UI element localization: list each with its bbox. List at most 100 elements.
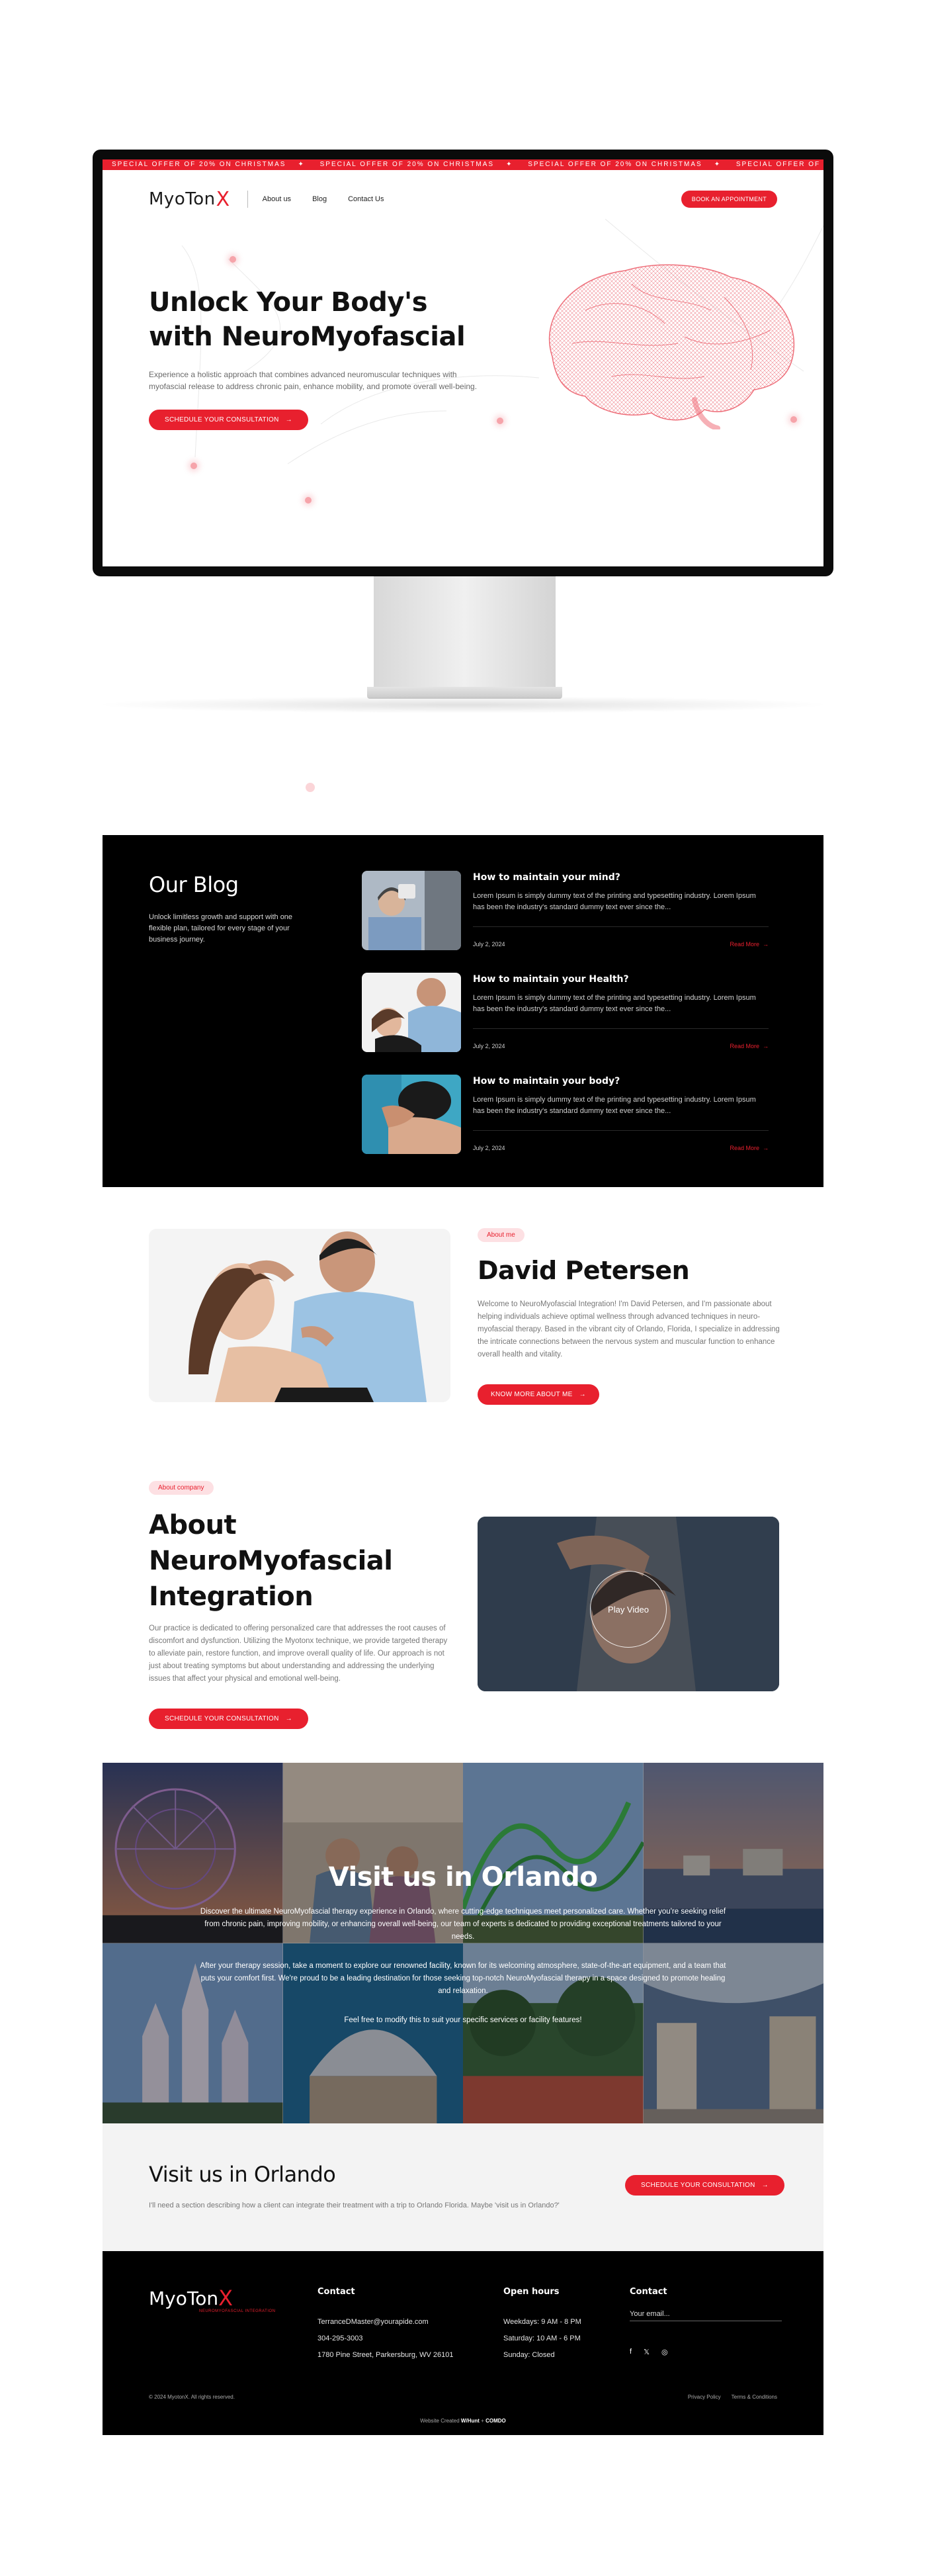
nav-links: About us Blog Contact Us [263,195,384,203]
post-title[interactable]: How to maintain your body? [473,1076,620,1087]
footer-newsletter-heading: Contact [630,2287,667,2297]
nav-link-blog[interactable]: Blog [312,195,327,203]
footer-phone[interactable]: 304-295-3003 [317,2331,453,2347]
read-more-label: Read More [730,941,759,948]
therapist-photo [149,1229,450,1402]
arrow-right-icon: → [579,1391,586,1398]
credit-studio[interactable]: COMDO [485,2418,506,2424]
arrow-right-icon: → [763,1145,769,1151]
footer-hours-column: Open hours Weekdays: 9 AM - 8 PM Saturda… [503,2287,581,2364]
orlando-section: Visit us in Orlando Discover the ultimat… [103,1763,823,2123]
video-player[interactable]: Play Video [478,1517,779,1691]
footer-logo-tagline: NEUROMYOFASCIAL INTEGRATION [199,2309,276,2313]
post-thumbnail-body [362,1075,461,1154]
footer-hours-sunday: Sunday: Closed [503,2351,555,2359]
about-company-title-line-3: Integration [149,1581,314,1612]
post-divider [473,926,769,927]
hero-cta-label: SCHEDULE YOUR CONSULTATION [165,416,279,423]
credit-prefix: Website Created [420,2418,460,2424]
about-me-name: David Petersen [478,1256,690,1285]
book-appointment-button[interactable]: BOOK AN APPOINTMENT [681,191,777,208]
know-more-label: KNOW MORE ABOUT ME [491,1391,573,1398]
logo-x-mark: X [216,187,230,211]
post-title[interactable]: How to maintain your Health? [473,974,629,985]
about-company-pill: About company [149,1481,214,1495]
hero-schedule-button[interactable]: SCHEDULE YOUR CONSULTATION → [149,410,308,430]
about-schedule-label: SCHEDULE YOUR CONSULTATION [165,1715,279,1722]
play-video-label: Play Video [608,1604,649,1615]
post-thumbnail-health [362,973,461,1052]
post-divider [473,1130,769,1131]
arrow-right-icon: → [761,2182,769,2189]
about-company-text: Our practice is dedicated to offering pe… [149,1624,448,1683]
post-title[interactable]: How to maintain your mind? [473,872,620,883]
footer-logo-x-mark: X [218,2286,233,2311]
read-more-link[interactable]: Read More → [730,941,769,948]
social-links: f 𝕏 ◎ [630,2348,782,2356]
post-excerpt: Lorem Ipsum is simply dummy text of the … [473,994,756,1013]
play-video-button[interactable]: Play Video [590,1571,667,1648]
footer-hours-weekdays: Weekdays: 9 AM - 8 PM [503,2318,581,2326]
arrow-right-icon: → [285,1715,292,1722]
hero-subtitle: Experience a holistic approach that comb… [149,370,478,391]
hero-title-line-2: with NeuroMyofascial [149,322,466,352]
blog-section: Our Blog Unlock limitless growth and sup… [103,835,823,1187]
about-me-text: Welcome to NeuroMyofascial Integration! … [478,1300,780,1358]
monitor-stand [374,576,556,692]
nav-link-contact[interactable]: Contact Us [348,195,384,203]
about-schedule-button[interactable]: SCHEDULE YOUR CONSULTATION → [149,1709,308,1729]
facebook-icon[interactable]: f [630,2348,632,2356]
arrow-right-icon: → [763,941,769,948]
blog-post[interactable]: How to maintain your Health? Lorem Ipsum… [362,973,775,1052]
know-more-button[interactable]: KNOW MORE ABOUT ME → [478,1384,599,1405]
instagram-icon[interactable]: ◎ [661,2348,668,2356]
footer-email[interactable]: TerranceDMaster@yourapide.com [317,2314,453,2331]
orlando-paragraph-1: Discover the ultimate NeuroMyofascial th… [200,1908,726,1941]
visit-orlando-band: Visit us in Orlando I'll need a section … [103,2123,823,2251]
footer-logo[interactable]: MyoTon X [149,2286,233,2311]
hero-title: Unlock Your Body's with NeuroMyofascial [149,285,493,354]
post-excerpt: Lorem Ipsum is simply dummy text of the … [473,1096,756,1115]
read-more-label: Read More [730,1043,759,1049]
arrow-right-icon: → [763,1043,769,1049]
hero-screen: SPECIAL OFFER OF 20% ON CHRISTMAS ✦ SPECI… [103,159,823,566]
read-more-link[interactable]: Read More → [730,1145,769,1151]
credit-by[interactable]: W/Hunt [461,2418,480,2424]
nav-link-about[interactable]: About us [263,195,291,203]
site-credit: Website Created W/Hunt + COMDO [103,2418,823,2424]
faint-dot-decoration [306,783,315,792]
footer-hours-saturday: Saturday: 10 AM - 6 PM [503,2334,581,2342]
nav-divider [247,191,248,208]
visit-schedule-label: SCHEDULE YOUR CONSULTATION [641,2182,755,2189]
site-footer: MyoTon X NEUROMYOFASCIAL INTEGRATION Cont… [103,2251,823,2435]
brand-logo[interactable]: MyoTon X [149,188,230,211]
post-date: July 2, 2024 [473,941,505,948]
copyright-text: © 2024 MyotonX. All rights reserved. [149,2394,235,2400]
post-thumbnail-mind [362,871,461,950]
credit-plus: + [481,2418,484,2424]
top-navigation: MyoTon X About us Blog Contact Us BOOK AN… [149,186,777,212]
footer-email-input[interactable] [630,2307,782,2321]
visit-schedule-button[interactable]: SCHEDULE YOUR CONSULTATION → [625,2175,784,2196]
footer-address: 1780 Pine Street, Parkersburg, WV 26101 [317,2351,454,2359]
footer-hours-heading: Open hours [503,2287,560,2297]
x-twitter-icon[interactable]: 𝕏 [644,2348,650,2356]
footer-newsletter-column: Contact f 𝕏 ◎ [630,2287,782,2356]
legal-links: Privacy Policy Terms & Conditions [688,2394,777,2400]
privacy-policy-link[interactable]: Privacy Policy [688,2394,721,2400]
orlando-title: Visit us in Orlando [328,1862,598,1892]
footer-contact-heading: Contact [317,2287,355,2297]
arrow-right-icon: → [285,416,292,423]
orlando-paragraph-3: Feel free to modify this to suit your sp… [344,2016,582,2024]
blog-post[interactable]: How to maintain your body? Lorem Ipsum i… [362,1075,775,1154]
read-more-link[interactable]: Read More → [730,1043,769,1049]
read-more-label: Read More [730,1145,759,1151]
blog-post[interactable]: How to maintain your mind? Lorem Ipsum i… [362,871,775,950]
about-me-pill: About me [478,1228,525,1242]
glow-dot [305,497,312,504]
terms-link[interactable]: Terms & Conditions [732,2394,777,2400]
blog-title: Our Blog [149,872,239,897]
glow-dot [497,418,503,424]
orlando-paragraph-2: After your therapy session, take a momen… [200,1962,726,1995]
about-company-title-line-1: About [149,1510,237,1540]
